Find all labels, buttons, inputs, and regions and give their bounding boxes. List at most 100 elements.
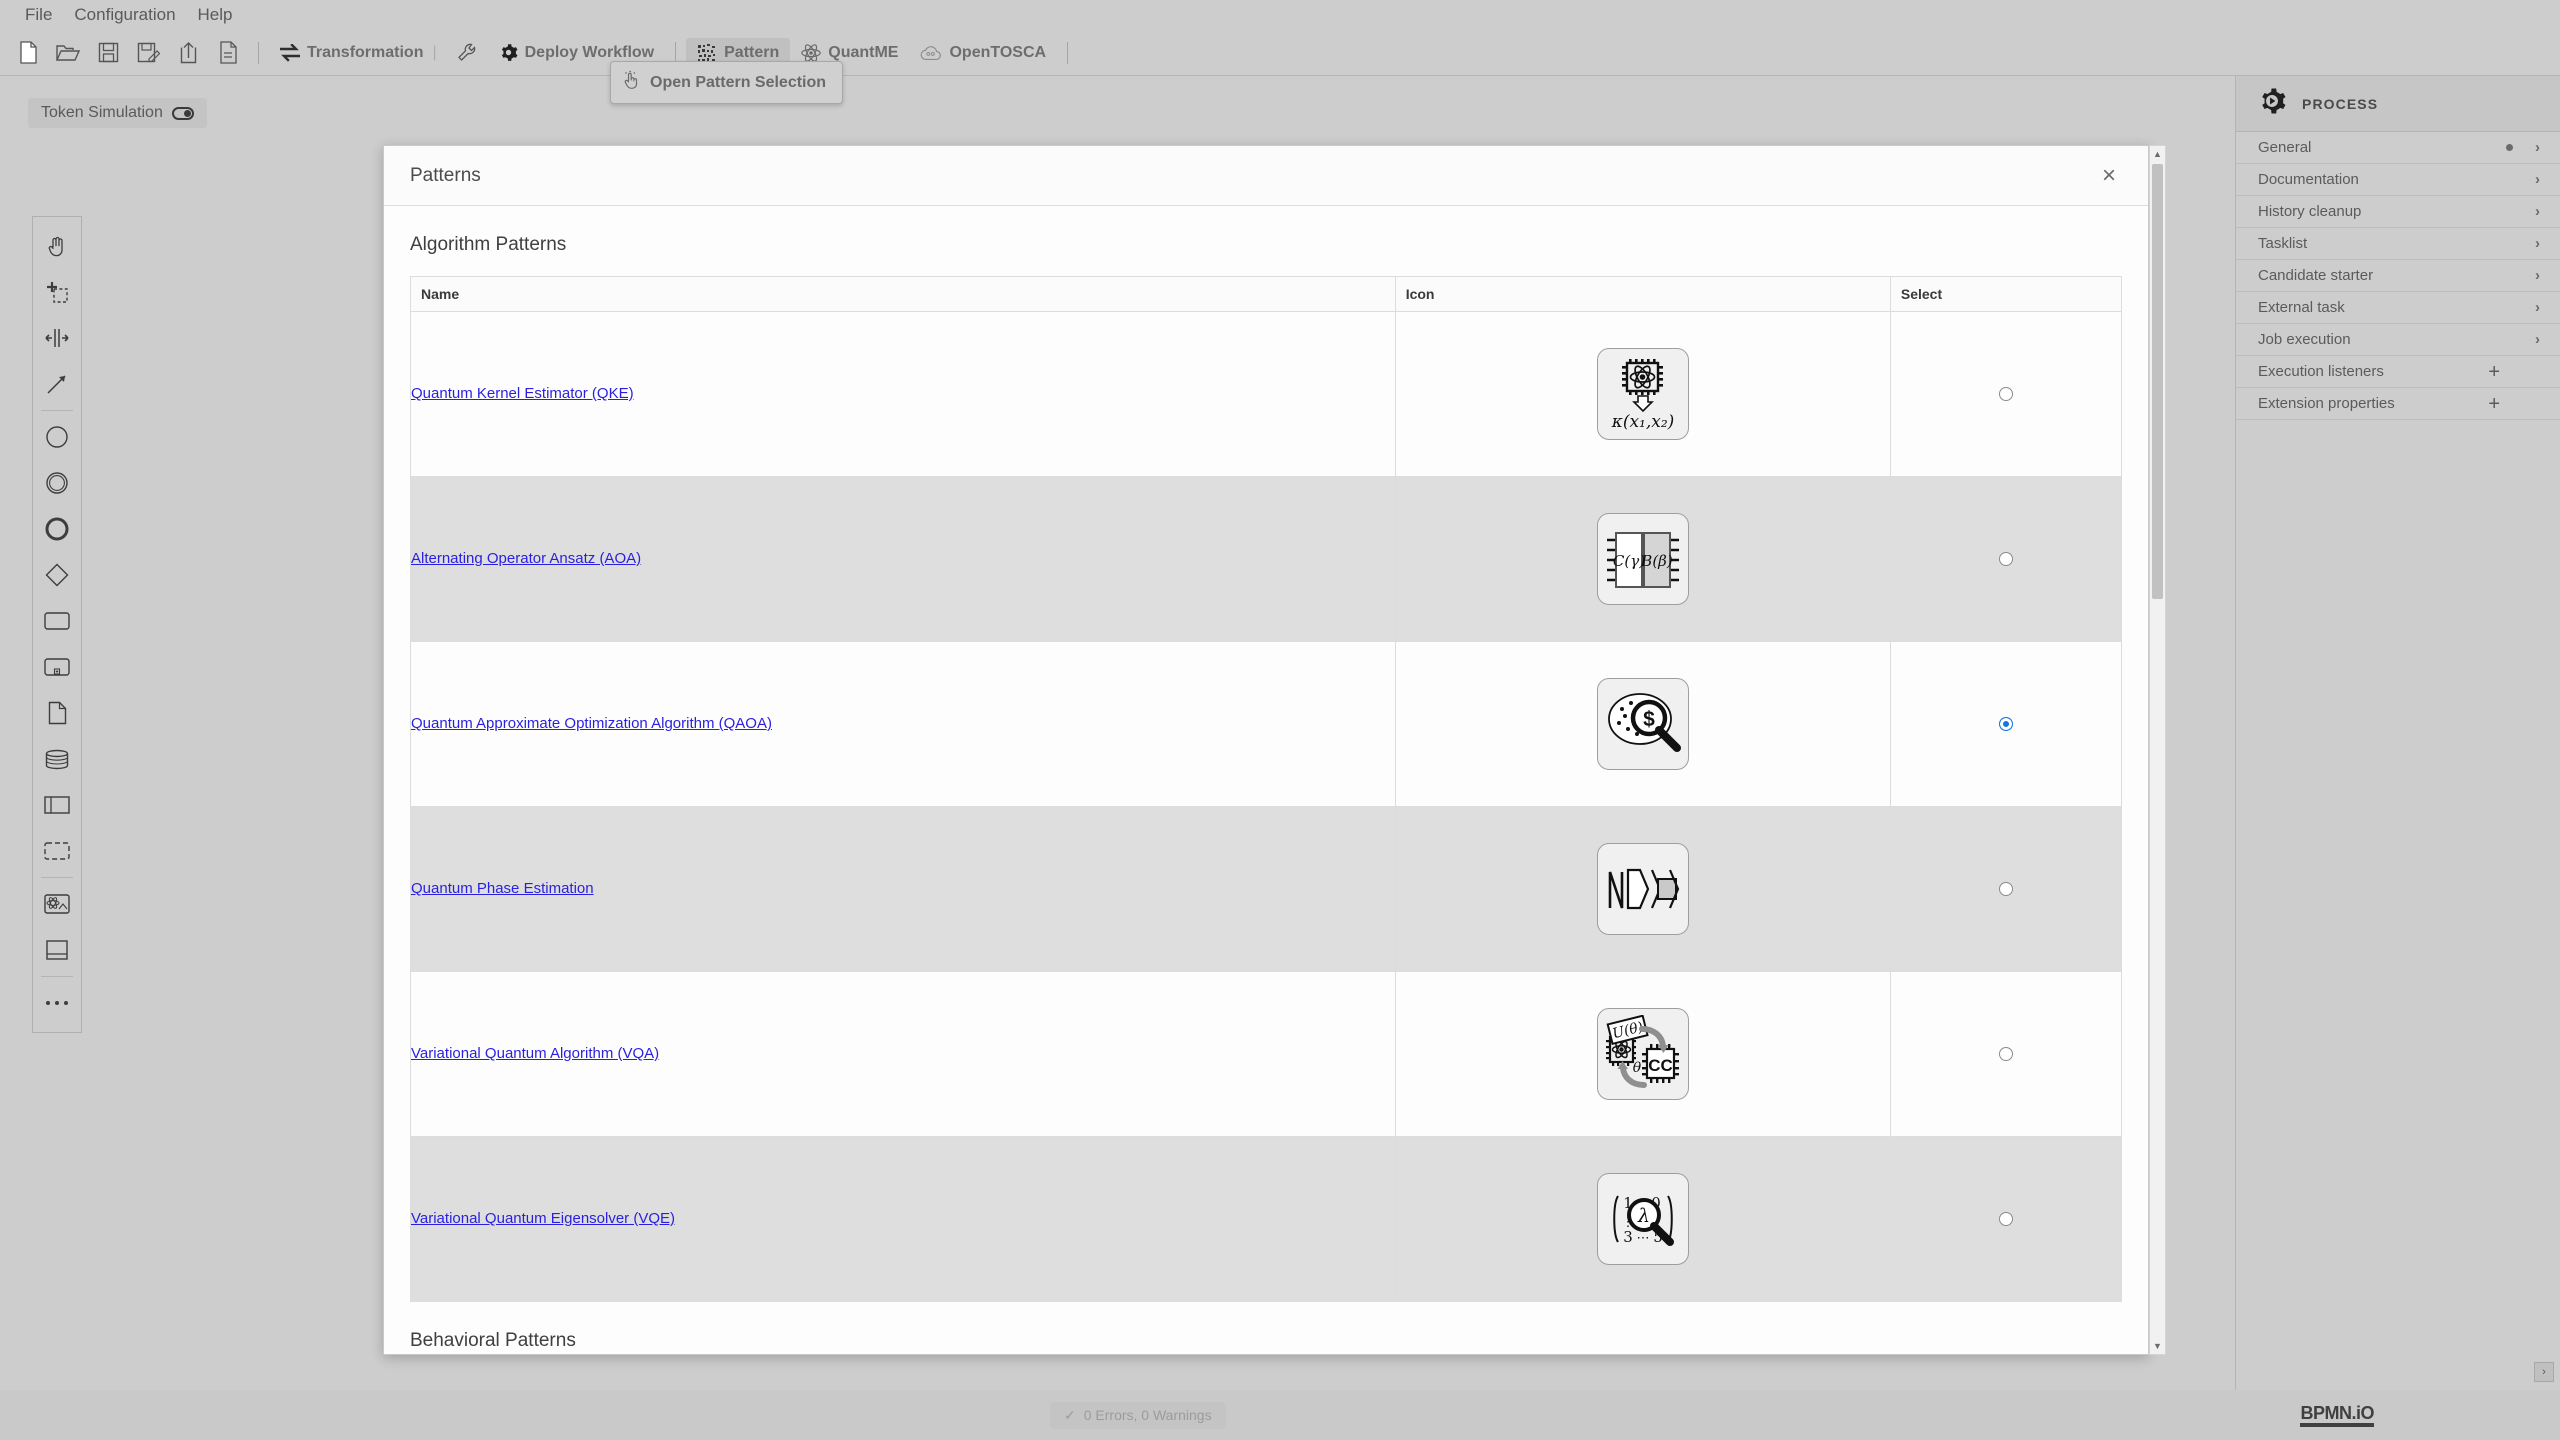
token-simulation-toggle[interactable]: Token Simulation [28, 98, 207, 128]
process-gear-icon [2258, 87, 2286, 120]
add-icon[interactable]: + [2488, 362, 2500, 382]
toolbar-divider-thin: | [432, 43, 437, 61]
quantme-task-icon[interactable] [33, 881, 81, 927]
task-icon[interactable] [33, 598, 81, 644]
svg-text:κ(x₁,x₂): κ(x₁,x₂) [1610, 412, 1674, 432]
transformation-label: Transformation [307, 43, 424, 61]
table-header-row: Name Icon Select [410, 276, 2123, 312]
pattern-radio-vqa[interactable] [1998, 1046, 2013, 1061]
prop-group-documentation[interactable]: Documentation › [2236, 164, 2560, 196]
table-row: Variational Quantum Eigensolver (VQE) 1 … [410, 1136, 2123, 1302]
pattern-radio-vqe[interactable] [1998, 1211, 2013, 1226]
menu-item-file[interactable]: File [14, 3, 63, 27]
pattern-icon-cell: U(θ) CC θ [1394, 971, 1891, 1137]
space-tool-icon[interactable] [33, 315, 81, 361]
svg-text:λ: λ [1637, 1205, 1650, 1227]
modal-scrollbar[interactable]: ▲ ▼ [2149, 145, 2166, 1355]
pattern-link-qpe[interactable]: Quantum Phase Estimation [411, 880, 594, 897]
end-event-icon[interactable] [33, 506, 81, 552]
data-store-icon[interactable] [33, 736, 81, 782]
open-folder-icon[interactable] [48, 35, 88, 71]
scroll-down-icon[interactable]: ▼ [2150, 1338, 2165, 1354]
pattern-name-cell: Quantum Kernel Estimator (QKE) [410, 311, 1396, 477]
prop-group-extension-properties[interactable]: Extension properties + [2236, 388, 2560, 420]
pattern-radio-qaoa[interactable] [1998, 716, 2013, 731]
token-simulation-switch-icon[interactable] [171, 106, 194, 120]
status-dot-icon [2506, 144, 2513, 151]
scrollbar-thumb[interactable] [2152, 164, 2163, 599]
opentosca-label: OpenTOSCA [949, 43, 1047, 61]
pattern-name-cell: Quantum Approximate Optimization Algorit… [410, 641, 1396, 807]
pattern-icon-cell [1394, 806, 1891, 972]
table-row: Quantum Phase Estimation [410, 806, 2123, 972]
status-bar: ✓ 0 Errors, 0 Warnings BPMN.iO [0, 1390, 2560, 1440]
pattern-icon-cell: 1 0 ⋮ 3 ⋯ 5 λ [1394, 1136, 1891, 1302]
wrench-icon[interactable] [448, 35, 488, 71]
qke-icon: κ(x₁,x₂) [1596, 348, 1689, 440]
modal-header: Patterns × [384, 146, 2148, 206]
prop-group-candidate-starter[interactable]: Candidate starter › [2236, 260, 2560, 292]
transformation-button[interactable]: Transformation | [269, 39, 448, 67]
pattern-element-icon[interactable] [33, 927, 81, 973]
prop-group-job-execution[interactable]: Job execution › [2236, 324, 2560, 356]
transformation-icon [280, 43, 300, 62]
intermediate-event-icon[interactable] [33, 460, 81, 506]
pattern-radio-qke[interactable] [1998, 386, 2013, 401]
pattern-link-qaoa[interactable]: Quantum Approximate Optimization Algorit… [411, 715, 772, 732]
svg-text:⋯: ⋯ [1636, 1231, 1649, 1246]
connect-tool-icon[interactable] [33, 361, 81, 407]
gateway-icon[interactable] [33, 552, 81, 598]
pattern-radio-qpe[interactable] [1998, 881, 2013, 896]
chevron-right-icon: › [2535, 299, 2540, 316]
new-diagram-icon[interactable] [208, 35, 248, 71]
opentosca-button[interactable]: OpenTOSCA [909, 39, 1057, 67]
pattern-link-vqe[interactable]: Variational Quantum Eigensolver (VQE) [411, 1210, 675, 1227]
save-icon[interactable] [88, 35, 128, 71]
vqa-icon: U(θ) CC θ [1596, 1008, 1689, 1100]
prop-group-execution-listeners[interactable]: Execution listeners + [2236, 356, 2560, 388]
prop-group-external-task[interactable]: External task › [2236, 292, 2560, 324]
hand-tool-icon[interactable] [33, 223, 81, 269]
close-icon[interactable]: × [2096, 162, 2122, 190]
svg-text:B(β): B(β) [1640, 552, 1673, 570]
prop-group-label: General [2258, 139, 2312, 156]
prop-group-tasklist[interactable]: Tasklist › [2236, 228, 2560, 260]
modal-body: Algorithm Patterns Name Icon Select Quan… [384, 206, 2148, 1354]
algorithm-patterns-table: Name Icon Select Quantum Kernel Estimato… [410, 276, 2123, 1302]
lasso-tool-icon[interactable] [33, 269, 81, 315]
vqe-icon: 1 0 ⋮ 3 ⋯ 5 λ [1596, 1173, 1689, 1265]
save-as-icon[interactable] [128, 35, 168, 71]
errors-warnings-label: 0 Errors, 0 Warnings [1083, 1407, 1212, 1423]
pattern-link-aoa[interactable]: Alternating Operator Ansatz (AOA) [411, 550, 641, 567]
chevron-right-icon: › [2535, 235, 2540, 252]
status-badge[interactable]: ✓ 0 Errors, 0 Warnings [1050, 1401, 1226, 1429]
prop-group-label: Execution listeners [2258, 363, 2384, 380]
chevron-right-icon: › [2535, 171, 2540, 188]
start-event-icon[interactable] [33, 414, 81, 460]
pattern-name-cell: Quantum Phase Estimation [410, 806, 1396, 972]
prop-group-history-cleanup[interactable]: History cleanup › [2236, 196, 2560, 228]
more-options-icon[interactable] [33, 980, 81, 1026]
modal-title: Patterns [410, 164, 481, 186]
group-icon[interactable] [33, 828, 81, 874]
menu-item-configuration[interactable]: Configuration [63, 3, 186, 27]
scroll-up-icon[interactable]: ▲ [2150, 146, 2165, 162]
pattern-link-qke[interactable]: Quantum Kernel Estimator (QKE) [411, 385, 634, 402]
open-pattern-selection-menu-item[interactable]: Open Pattern Selection [610, 61, 844, 104]
data-object-icon[interactable] [33, 690, 81, 736]
pattern-link-vqa[interactable]: Variational Quantum Algorithm (VQA) [411, 1045, 659, 1062]
prop-group-general[interactable]: General › [2236, 132, 2560, 164]
pattern-radio-aoa[interactable] [1998, 551, 2013, 566]
subprocess-icon[interactable] [33, 644, 81, 690]
prop-group-label: History cleanup [2258, 203, 2362, 220]
new-file-icon[interactable] [8, 35, 48, 71]
collapse-panel-button[interactable]: › [2534, 1362, 2554, 1382]
pattern-label: Pattern [724, 43, 780, 61]
menu-item-help[interactable]: Help [187, 3, 244, 27]
add-icon[interactable]: + [2488, 394, 2500, 414]
participant-icon[interactable] [33, 782, 81, 828]
pattern-icon-cell: κ(x₁,x₂) [1394, 311, 1891, 477]
export-icon[interactable] [168, 35, 208, 71]
toolbar: Transformation | Deploy Workflow Pattern… [0, 30, 2560, 76]
column-header-select: Select [1889, 276, 2123, 312]
